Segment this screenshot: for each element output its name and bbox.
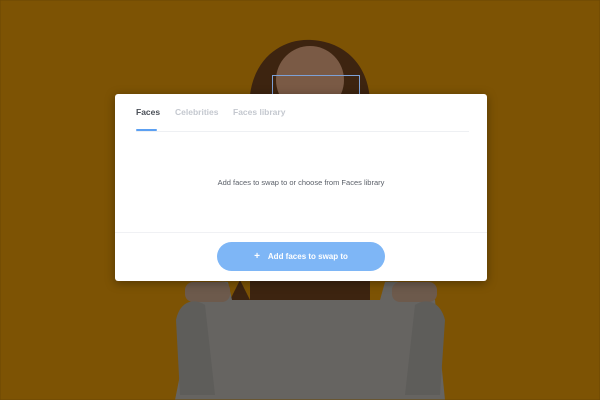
plus-icon: +	[254, 250, 260, 262]
active-tab-indicator	[136, 129, 157, 131]
tab-faces[interactable]: Faces	[136, 107, 160, 117]
faces-dialog: Faces Celebrities Faces library Add face…	[115, 94, 487, 281]
empty-state-message: Add faces to swap to or choose from Face…	[217, 178, 385, 187]
tab-bar: Faces Celebrities Faces library	[136, 94, 469, 132]
tab-faces-library[interactable]: Faces library	[233, 107, 285, 117]
footer-divider	[115, 232, 487, 233]
tab-celebrities[interactable]: Celebrities	[175, 107, 218, 117]
add-faces-button-label: Add faces to swap to	[267, 252, 348, 261]
app-canvas: Faces Celebrities Faces library Add face…	[0, 0, 600, 400]
add-faces-button[interactable]: + Add faces to swap to	[217, 242, 385, 271]
